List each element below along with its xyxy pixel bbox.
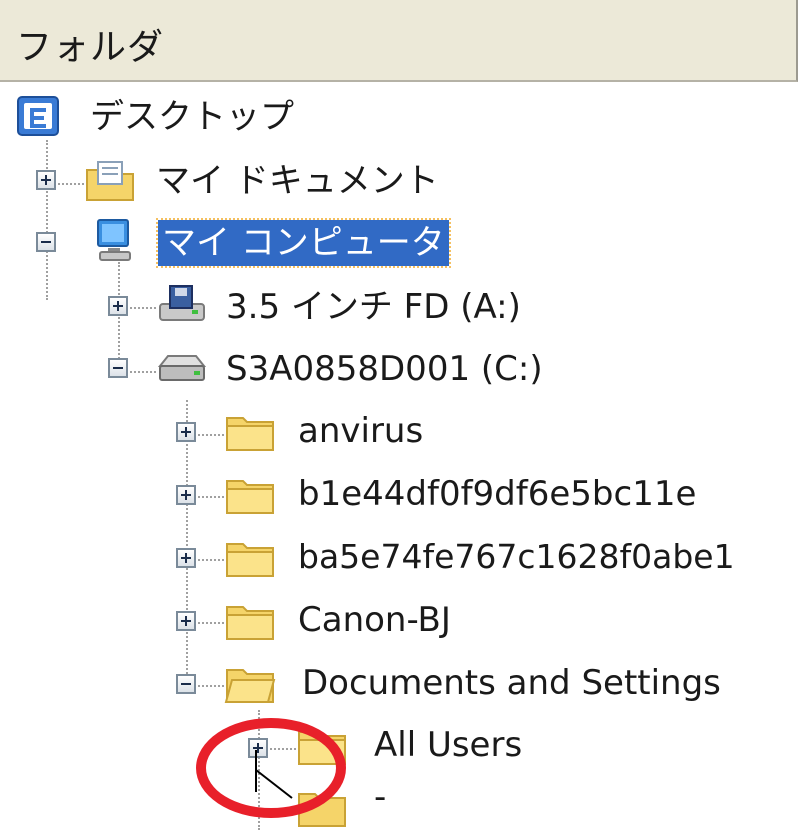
tree-item-my-documents[interactable]: マイ ドキュメント [0,154,460,210]
tree-item-label: S3A0858D001 (C:) [226,349,543,389]
tree-item-desktop[interactable]: デスクトップ [0,90,400,146]
expand-button[interactable] [176,548,196,568]
tree-item-label: ba5e74fe767c1628f0abe1 [298,537,735,576]
tree-item-folder[interactable]: b1e44df0f9df6e5bc11e [0,467,780,523]
folder-pane-title: フォルダ [16,27,165,68]
tree-item-label: デスクトップ [90,97,294,137]
tree-item-label: Canon-BJ [298,600,451,640]
computer-icon [97,219,131,261]
tree-item-folder[interactable]: ba5e74fe767c1628f0abe1 [0,530,798,586]
tree-item-my-computer[interactable]: マイ コンピュータ [0,216,470,272]
desktop-icon [17,96,59,136]
folder-icon [226,543,274,577]
tree-item-label: b1e44df0f9df6e5bc11e [298,474,697,514]
open-folder-icon [224,669,276,703]
tree-item-label: マイ コンピュータ [156,218,451,268]
collapse-button[interactable] [176,674,196,694]
folder-icon [226,417,274,451]
tree-item-drive-c[interactable]: S3A0858D001 (C:) [0,340,600,396]
mouse-pointer-icon [255,750,293,799]
tree-item-label: - [374,782,387,817]
folder-icon [226,480,274,514]
expand-button[interactable] [176,422,196,442]
tree-item-folder[interactable]: Documents and Settings [0,656,798,712]
folder-icon [226,606,274,640]
hard-drive-icon [157,355,207,381]
tree-item-floppy-drive[interactable]: 3.5 インチ FD (A:) [0,278,560,334]
expand-button[interactable] [108,296,128,316]
expand-button[interactable] [176,611,196,631]
collapse-button[interactable] [108,358,128,378]
documents-folder-icon [86,161,134,201]
tree-item-label: マイ ドキュメント [156,161,439,201]
tree-item-folder[interactable]: Canon-BJ [0,593,600,649]
floppy-drive-icon [159,285,205,321]
folder-pane-header: フォルダ [0,0,798,82]
tree-item-label: Documents and Settings [302,663,721,703]
collapse-button[interactable] [36,232,56,252]
expand-button[interactable] [176,485,196,505]
tree-item-label: 3.5 インチ FD (A:) [226,287,521,327]
tree-item-label: anvirus [298,411,424,451]
tree-item-folder[interactable]: anvirus [0,404,600,460]
expand-button[interactable] [36,170,56,190]
tree-item-label: All Users [374,725,523,765]
